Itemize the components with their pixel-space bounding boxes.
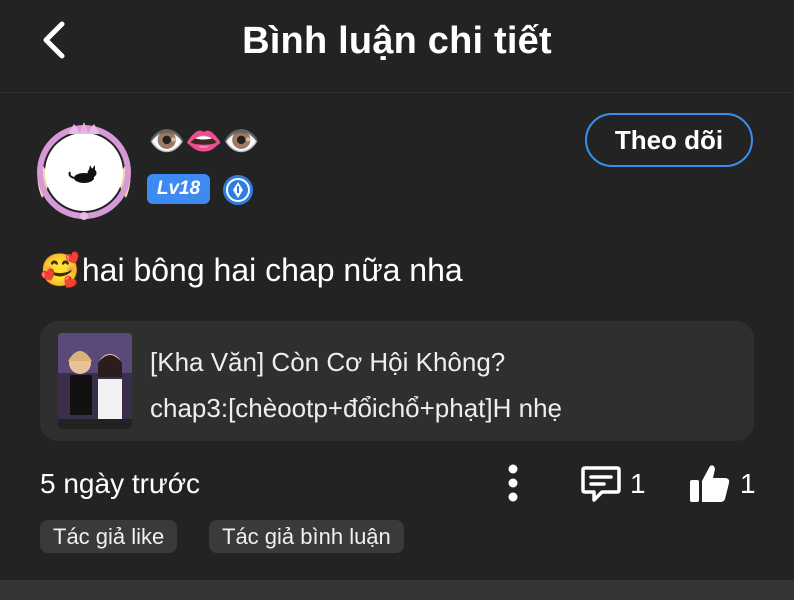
section-divider bbox=[0, 580, 794, 600]
follow-button[interactable]: Theo dõi bbox=[585, 113, 753, 167]
like-count: 1 bbox=[740, 468, 756, 499]
comment-emoji: 🥰 bbox=[40, 251, 80, 289]
avatar-frame bbox=[37, 122, 131, 220]
level-badge: Lv18 bbox=[147, 174, 210, 204]
comment-icon bbox=[581, 466, 621, 502]
reply-button[interactable]: 1 bbox=[580, 462, 646, 506]
more-options-button[interactable] bbox=[503, 463, 523, 503]
story-card[interactable]: [Kha Văn] Còn Cơ Hội Không? chap3:[chèoo… bbox=[40, 321, 754, 441]
pen-badge-icon bbox=[222, 174, 254, 206]
avatar[interactable] bbox=[34, 120, 134, 220]
author-commented-tag: Tác giả bình luận bbox=[209, 520, 404, 553]
thumbs-up-icon bbox=[690, 465, 730, 502]
story-thumbnail bbox=[58, 333, 132, 429]
author-liked-tag: Tác giả like bbox=[40, 520, 178, 553]
like-button[interactable]: 1 bbox=[688, 460, 756, 508]
vertical-dots-icon bbox=[508, 464, 518, 502]
reply-count: 1 bbox=[630, 468, 646, 499]
story-title: [Kha Văn] Còn Cơ Hội Không? bbox=[150, 347, 506, 377]
story-chapter: chap3:[chèootp+đổichổ+phạt]H nhẹ bbox=[150, 393, 563, 423]
comment-text-row: 🥰 hai bông hai chap nữa nha bbox=[40, 250, 463, 290]
comment-timestamp: 5 ngày trước bbox=[40, 468, 201, 499]
username[interactable]: 👁️👄👁️ bbox=[148, 122, 260, 162]
page-title: Bình luận chi tiết bbox=[242, 20, 552, 62]
header-bar: Bình luận chi tiết bbox=[0, 0, 794, 93]
comment-text: hai bông hai chap nữa nha bbox=[81, 252, 463, 288]
